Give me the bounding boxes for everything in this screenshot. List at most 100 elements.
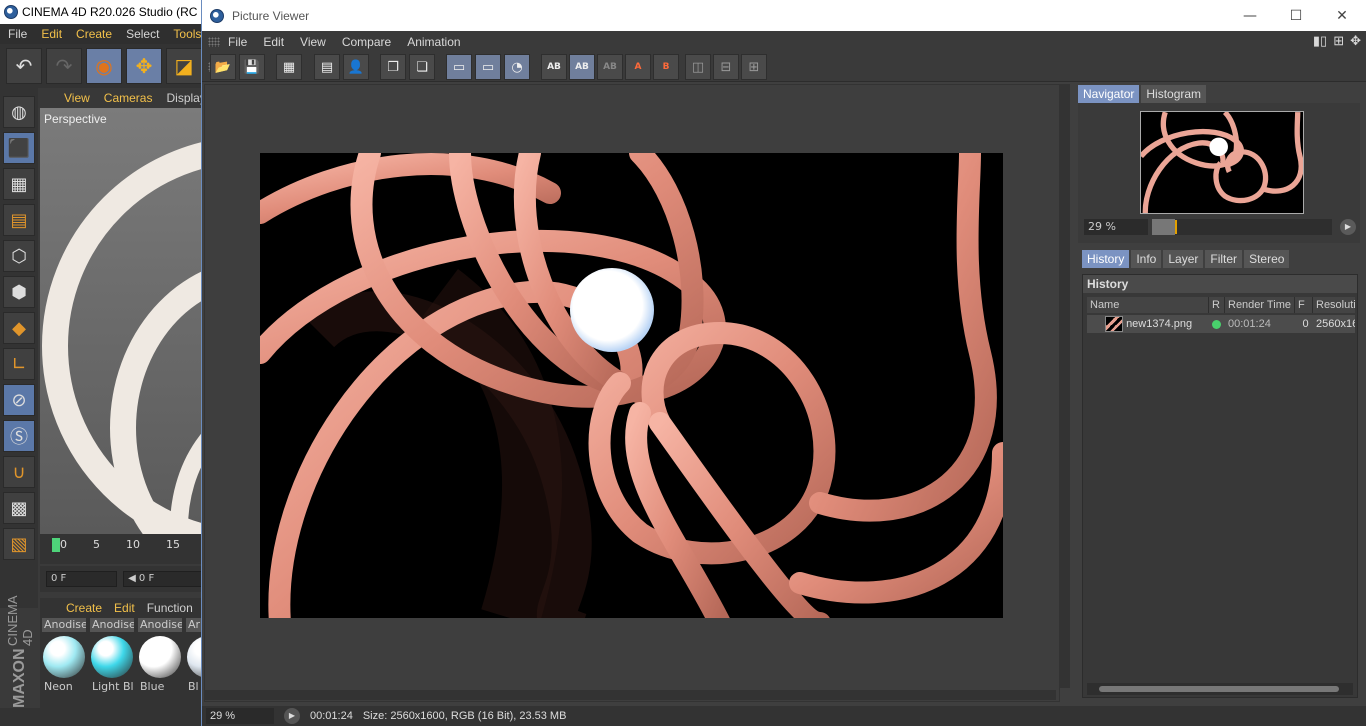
paste-icon[interactable]: ❏ xyxy=(409,54,435,80)
copy-icon[interactable]: ❐ xyxy=(380,54,406,80)
history-horizontal-scrollbar[interactable] xyxy=(1087,683,1353,695)
select-cursor-icon[interactable]: ◉ xyxy=(86,48,122,84)
split-icon[interactable]: ◫ xyxy=(685,54,711,80)
navigator-zoom-field[interactable]: 29 % xyxy=(1084,219,1148,235)
table-row[interactable]: new1374.png 00:01:24 0 2560x1600 xyxy=(1087,315,1355,333)
material-menu-function[interactable]: Function xyxy=(147,601,193,615)
user-icon[interactable]: 👤 xyxy=(343,54,369,80)
grid-icon[interactable]: ▦ xyxy=(276,54,302,80)
c4d-left-toolbar: ◍ ⬛ ▦ ▤ ⬡ ⬢ ◆ ∟ ⊘ Ⓢ ∪ ▩ ▧ xyxy=(0,88,38,608)
history-panel-title: History xyxy=(1083,275,1357,293)
pv-menu-edit[interactable]: Edit xyxy=(263,35,284,49)
edges-mode-icon[interactable]: ⬢ xyxy=(3,276,35,308)
ab-compare-icon[interactable]: AB xyxy=(569,54,595,80)
column-resolution[interactable]: Resolution xyxy=(1313,297,1355,313)
model-mode-icon[interactable]: ⬛ xyxy=(3,132,35,164)
timeline-playhead[interactable] xyxy=(52,538,60,552)
column-r[interactable]: R xyxy=(1209,297,1225,313)
status-zoom-field[interactable]: 29 % xyxy=(206,708,274,724)
grip-handle-icon[interactable] xyxy=(208,37,220,47)
pv-menu-compare[interactable]: Compare xyxy=(342,35,391,49)
new-panel-icon[interactable]: ⊞ xyxy=(1333,33,1344,49)
timeline-tick: 15 xyxy=(166,538,180,551)
polygons-mode-icon[interactable]: ◆ xyxy=(3,312,35,344)
redo-icon[interactable]: ↷ xyxy=(46,48,82,84)
ab-icon[interactable]: AB xyxy=(541,54,567,80)
material-swatch[interactable]: Anodise Light Bl xyxy=(90,618,134,708)
split-v-icon[interactable]: ⊞ xyxy=(741,54,767,80)
material-list: Anodise Neon Anodise Light Bl Anodise Blue Ar B… xyxy=(40,618,202,708)
frame-alt-icon[interactable]: ▭ xyxy=(475,54,501,80)
timeline[interactable]: 0 5 10 15 xyxy=(40,534,202,564)
column-render-time[interactable]: Render Time xyxy=(1225,297,1295,313)
viewport-menu-view[interactable]: View xyxy=(64,91,90,105)
c4d-menu-file[interactable]: File xyxy=(8,27,27,41)
canvas-horizontal-scrollbar[interactable] xyxy=(204,690,1056,700)
c4d-menu-tools[interactable]: Tools xyxy=(173,27,201,41)
viewport-menu-cameras[interactable]: Cameras xyxy=(104,91,153,105)
zoom-slider-knob[interactable] xyxy=(1175,220,1178,234)
material-preview-ball xyxy=(43,636,85,678)
workplane-icon[interactable]: ▤ xyxy=(3,204,35,236)
lock-workplane-icon[interactable]: ▩ xyxy=(3,492,35,524)
magnet-icon[interactable]: ∪ xyxy=(3,456,35,488)
status-play-icon[interactable]: ▶ xyxy=(284,708,300,724)
canvas-vertical-scrollbar[interactable] xyxy=(1060,84,1070,688)
navigator-thumbnail[interactable] xyxy=(1140,111,1304,214)
ab-diff-icon[interactable]: AB xyxy=(597,54,623,80)
column-name[interactable]: Name xyxy=(1087,297,1209,313)
tab-history[interactable]: History xyxy=(1082,250,1130,268)
maximize-button[interactable]: ☐ xyxy=(1273,0,1319,31)
c4d-toolbar: ↶ ↷ ◉ ✥ ◪ xyxy=(0,44,202,88)
zoom-play-icon[interactable]: ▶ xyxy=(1340,219,1356,235)
column-f[interactable]: F xyxy=(1295,297,1313,313)
set-b-icon[interactable]: B xyxy=(653,54,679,80)
perspective-viewport[interactable]: Perspective xyxy=(40,108,202,534)
scale-icon[interactable]: ◪ xyxy=(166,48,202,84)
snap-icon[interactable]: Ⓢ xyxy=(3,420,35,452)
move-icon[interactable]: ✥ xyxy=(126,48,162,84)
viewport-menu-display[interactable]: Display xyxy=(166,91,205,105)
c4d-menu-edit[interactable]: Edit xyxy=(41,27,62,41)
navigator-zoom-slider[interactable] xyxy=(1152,219,1332,235)
c4d-window-title: CINEMA 4D R20.026 Studio (RC - R xyxy=(22,5,210,19)
current-frame-field[interactable]: 0 F xyxy=(46,571,118,587)
undo-icon[interactable]: ↶ xyxy=(6,48,42,84)
material-menu-edit[interactable]: Edit xyxy=(114,601,135,615)
globe-icon[interactable]: ◍ xyxy=(3,96,35,128)
start-frame-field[interactable]: ◀ 0 F xyxy=(123,571,202,587)
material-menu-create[interactable]: Create xyxy=(66,601,102,615)
frame-icon[interactable]: ▭ xyxy=(446,54,472,80)
lut-icon[interactable]: ◔ xyxy=(504,54,530,80)
tab-layer[interactable]: Layer xyxy=(1163,250,1204,268)
panel-layout-icon[interactable]: ▮▯ xyxy=(1313,33,1327,49)
tab-filter[interactable]: Filter xyxy=(1205,250,1243,268)
split-h-icon[interactable]: ⊟ xyxy=(713,54,739,80)
tab-histogram[interactable]: Histogram xyxy=(1141,85,1207,103)
axis-icon[interactable]: ∟ xyxy=(3,348,35,380)
tweak-mouse-icon[interactable]: ⊘ xyxy=(3,384,35,416)
tab-info[interactable]: Info xyxy=(1131,250,1162,268)
c4d-menu-select[interactable]: Select xyxy=(126,27,159,41)
pv-menu-animation[interactable]: Animation xyxy=(407,35,460,49)
minimize-button[interactable]: — xyxy=(1227,0,1273,31)
points-mode-icon[interactable]: ⬡ xyxy=(3,240,35,272)
tab-stereo[interactable]: Stereo xyxy=(1244,250,1290,268)
c4d-menu-create[interactable]: Create xyxy=(76,27,112,41)
material-swatch[interactable]: Ar Bl xyxy=(186,618,202,708)
texture-mode-icon[interactable]: ▦ xyxy=(3,168,35,200)
render-region-icon[interactable]: ▤ xyxy=(314,54,340,80)
pv-menu-view[interactable]: View xyxy=(300,35,326,49)
scrollbar-thumb[interactable] xyxy=(1099,686,1339,692)
picture-canvas[interactable] xyxy=(204,84,1060,702)
set-a-icon[interactable]: A xyxy=(625,54,651,80)
material-swatch[interactable]: Anodise Neon xyxy=(42,618,86,708)
grid-snap-icon[interactable]: ▧ xyxy=(3,528,35,560)
pv-menu-file[interactable]: File xyxy=(228,35,247,49)
open-icon[interactable]: 📂 xyxy=(210,54,236,80)
move-panel-icon[interactable]: ✥ xyxy=(1350,33,1361,49)
close-button[interactable]: ✕ xyxy=(1319,0,1365,31)
save-icon[interactable]: 💾 xyxy=(239,54,265,80)
tab-navigator[interactable]: Navigator xyxy=(1078,85,1140,103)
material-swatch[interactable]: Anodise Blue xyxy=(138,618,182,708)
